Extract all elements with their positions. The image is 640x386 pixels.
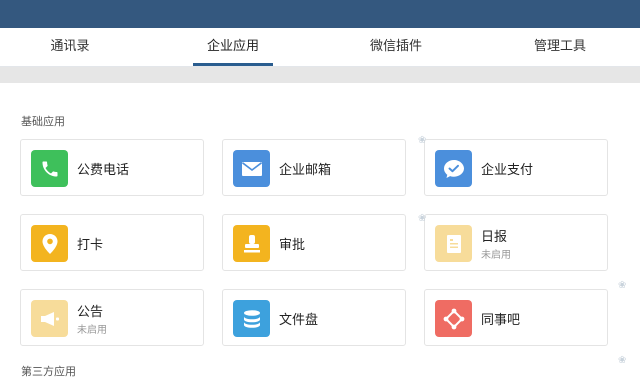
app-card-colleague-forum[interactable]: 同事吧 — [424, 289, 608, 346]
megaphone-icon — [31, 300, 68, 337]
tab-enterprise-apps[interactable]: 企业应用 — [193, 28, 273, 67]
watermark-glyph: ❀ — [418, 135, 427, 146]
section-title-third-party: 第三方应用 — [21, 365, 76, 378]
divider-strip — [0, 67, 640, 83]
app-label: 日报 — [481, 230, 508, 245]
stamp-icon — [233, 225, 270, 262]
app-label: 同事吧 — [481, 313, 521, 328]
watermark-glyph: ❀ — [618, 355, 627, 366]
app-status: 未启用 — [77, 325, 107, 336]
app-card-file-disk[interactable]: 文件盘 — [222, 289, 406, 346]
app-label: 企业邮箱 — [279, 163, 332, 178]
app-card-approval[interactable]: 审批 — [222, 214, 406, 271]
report-icon — [435, 225, 472, 262]
app-label: 公告 — [77, 305, 104, 320]
app-label: 文件盘 — [279, 313, 319, 328]
phone-icon — [31, 150, 68, 187]
title-bar — [0, 0, 640, 28]
app-card-daily-report[interactable]: 日报 未启用 — [424, 214, 608, 271]
tab-wechat-plugins[interactable]: 微信插件 — [356, 28, 436, 67]
app-label: 审批 — [279, 238, 306, 253]
app-card-mail[interactable]: 企业邮箱 — [222, 139, 406, 196]
payment-icon — [435, 150, 472, 187]
tab-management-tools[interactable]: 管理工具 — [520, 28, 600, 67]
app-card-phone[interactable]: 公费电话 — [20, 139, 204, 196]
watermark-glyph: ❀ — [618, 280, 627, 291]
tab-bar: 通讯录 企业应用 微信插件 管理工具 — [0, 28, 640, 67]
app-label: 公费电话 — [77, 163, 130, 178]
app-label: 企业支付 — [481, 163, 534, 178]
watermark-glyph: ❀ — [418, 213, 427, 224]
disk-icon — [233, 300, 270, 337]
app-list: 基础应用 公费电话 企业邮箱 企业支付 打卡 审批 日报 未启用 公告 未启用 … — [0, 83, 640, 386]
app-status: 未启用 — [481, 250, 511, 261]
mail-icon — [233, 150, 270, 187]
app-card-announcement[interactable]: 公告 未启用 — [20, 289, 204, 346]
app-label: 打卡 — [77, 238, 104, 253]
tab-contacts[interactable]: 通讯录 — [28, 28, 112, 67]
network-icon — [435, 300, 472, 337]
location-pin-icon — [31, 225, 68, 262]
app-card-payment[interactable]: 企业支付 — [424, 139, 608, 196]
app-card-checkin[interactable]: 打卡 — [20, 214, 204, 271]
section-title-basic: 基础应用 — [21, 115, 65, 128]
